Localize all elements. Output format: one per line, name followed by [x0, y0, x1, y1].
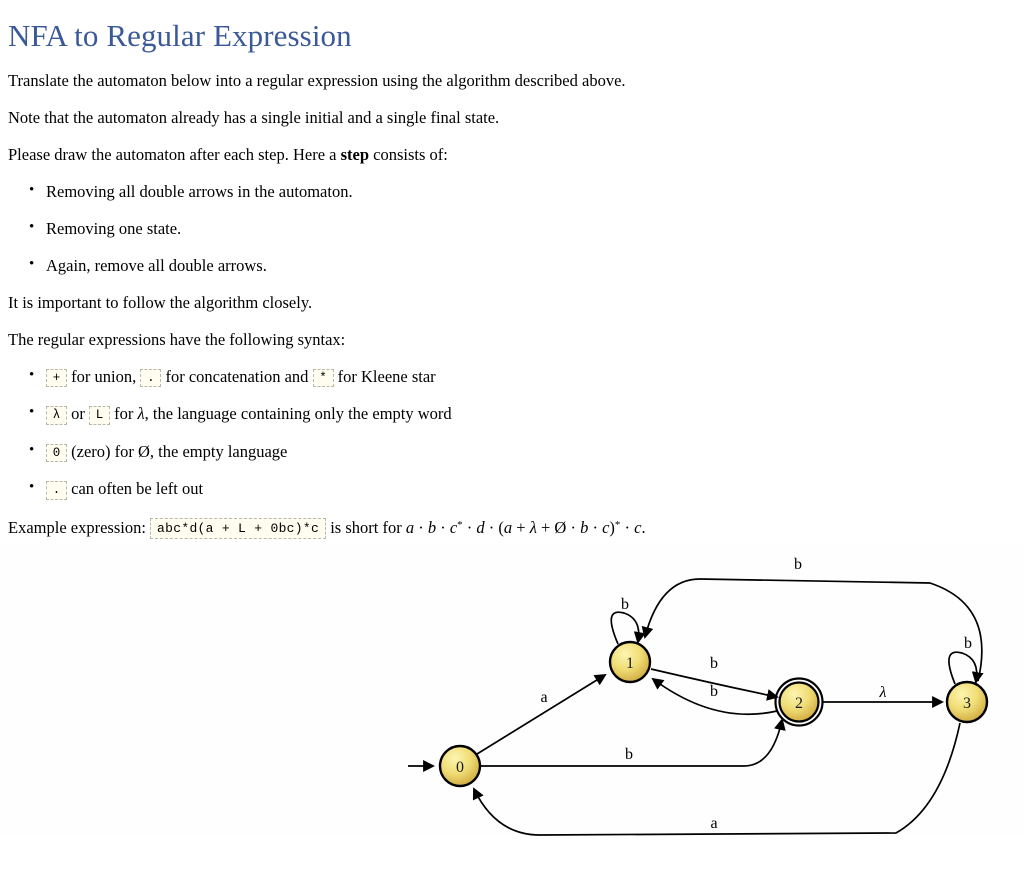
list-item: + for union, . for concatenation and * f…	[29, 366, 1016, 388]
syntax-text: , the empty language	[149, 441, 288, 461]
syntax-text: , the language containing only the empty…	[144, 404, 452, 424]
example-mid: is short for	[326, 517, 406, 537]
code-token-union: +	[46, 368, 67, 388]
step-bullet-text: Removing all double arrows in the automa…	[46, 181, 353, 201]
code-token-dot: .	[46, 481, 67, 500]
edge-label-2-to-3: λ	[879, 684, 887, 701]
list-item: Removing one state.	[29, 218, 1016, 239]
automaton-svg: 0 1 2 3 a b b b b λ b b a	[408, 556, 989, 836]
step-bullet-text: Again, remove all double arrows.	[46, 255, 267, 275]
syntax-bullet-list: + for union, . for concatenation and * f…	[8, 366, 1016, 500]
state-node-0-label: 0	[456, 759, 464, 776]
edge-1-self-loop	[610, 611, 646, 645]
syntax-text: for concatenation and	[161, 366, 313, 386]
syntax-text: for	[110, 404, 138, 424]
state-node-0[interactable]: 0	[438, 744, 482, 788]
code-token-L: L	[89, 406, 110, 425]
example-paragraph: Example expression: abc*d(a + L + 0bc)*c…	[8, 517, 1016, 539]
math-lambda: λ	[137, 404, 145, 424]
list-item: Removing all double arrows in the automa…	[29, 181, 1016, 202]
example-expression-code: abc*d(a + L + 0bc)*c	[150, 517, 327, 539]
edge-0-to-1	[476, 673, 607, 755]
intro-paragraph: Translate the automaton below into a reg…	[8, 71, 626, 90]
automaton-diagram: 0 1 2 3 a b b b b λ b b a	[0, 545, 1024, 870]
step-keyword: step	[340, 144, 370, 164]
step-lead-suffix: consists of:	[369, 144, 448, 164]
syntax-text: can often be left out	[67, 479, 204, 499]
syntax-text: for union,	[67, 366, 141, 386]
step-lead-paragraph: Please draw the automaton after each ste…	[8, 144, 1016, 165]
page-title: NFA to Regular Expression	[8, 18, 352, 53]
list-item: Again, remove all double arrows.	[29, 255, 1016, 276]
code-token-zero: 0	[46, 443, 67, 463]
code-token-star: *	[312, 368, 334, 388]
state-node-1-label: 1	[626, 655, 634, 672]
edge-label-1-to-2: b	[710, 655, 718, 672]
state-node-1[interactable]: 1	[608, 640, 652, 684]
edge-label-0-to-2: b	[625, 746, 633, 763]
step-lead-prefix: Please draw the automaton after each ste…	[8, 144, 341, 164]
list-item: λ or L for λ, the language containing on…	[29, 404, 1016, 425]
edge-label-2-to-1: b	[710, 683, 718, 700]
list-item: 0 (zero) for Ø, the empty language	[29, 441, 1016, 463]
document-content: NFA to Regular Expression Translate the …	[0, 0, 1024, 539]
example-lead: Example expression:	[8, 517, 151, 537]
math-emptyset: Ø	[138, 441, 150, 461]
state-node-2-label: 2	[795, 695, 803, 712]
syntax-lead-paragraph: The regular expressions have the followi…	[8, 329, 346, 349]
edge-label-1-self-loop: b	[621, 596, 629, 613]
code-token-lambda: λ	[46, 406, 67, 425]
important-paragraph: It is important to follow the algorithm …	[8, 292, 313, 312]
edge-label-3-to-0: a	[710, 815, 717, 832]
edge-label-3-self-loop: b	[964, 635, 972, 652]
list-item: . can often be left out	[29, 479, 1016, 500]
syntax-text: for Kleene star	[333, 366, 436, 386]
edges-group	[408, 578, 984, 836]
step-bullet-list: Removing all double arrows in the automa…	[8, 181, 1016, 276]
page-root: NFA to Regular Expression Translate the …	[0, 0, 1024, 870]
syntax-text: or	[67, 404, 89, 424]
edge-label-3-to-1: b	[794, 556, 802, 573]
note-paragraph: Note that the automaton already has a si…	[8, 107, 500, 127]
state-node-2[interactable]: 2	[774, 677, 824, 727]
state-node-3-label: 3	[963, 695, 971, 712]
state-node-3[interactable]: 3	[945, 680, 989, 724]
edge-labels-group: a b b b b λ b b a	[540, 556, 972, 832]
edge-label-0-to-1: a	[540, 689, 547, 706]
syntax-text: (zero) for	[67, 441, 138, 461]
code-token-concat: .	[140, 368, 162, 388]
edge-3-self-loop	[948, 651, 984, 685]
step-bullet-text: Removing one state.	[46, 218, 182, 238]
edge-3-to-1	[641, 578, 983, 682]
example-expression-math: a · b · c* · d · (a + λ + Ø · b · c)* · …	[405, 517, 646, 537]
